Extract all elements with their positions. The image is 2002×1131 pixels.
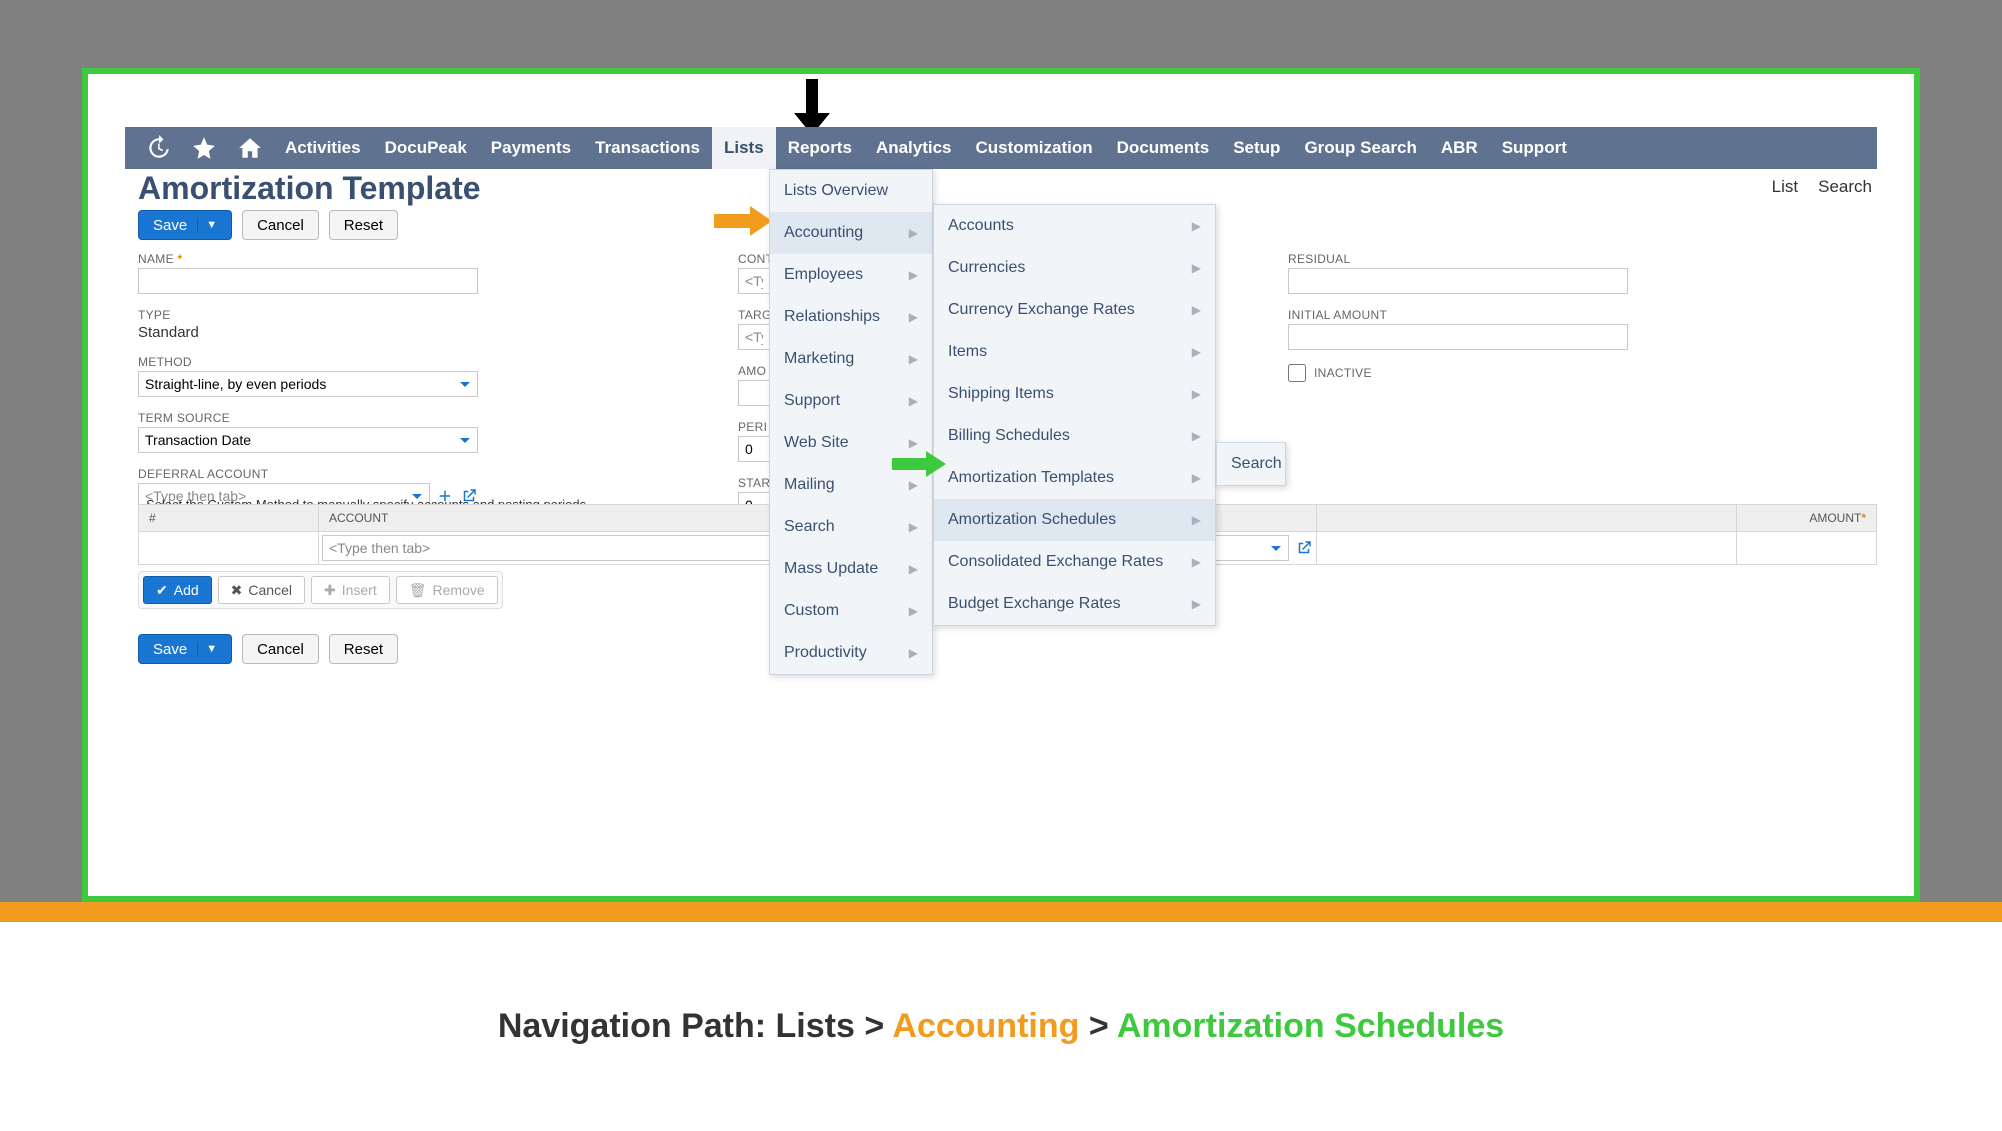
nav-support[interactable]: Support bbox=[1490, 127, 1579, 169]
nav-transactions[interactable]: Transactions bbox=[583, 127, 712, 169]
insert-row-button[interactable]: ✚Insert bbox=[311, 576, 390, 604]
method-label: METHOD bbox=[138, 355, 478, 369]
menu-lists-overview[interactable]: Lists Overview bbox=[770, 170, 932, 212]
nav-abr[interactable]: ABR bbox=[1429, 127, 1490, 169]
menu-budget-exchange-rates[interactable]: Budget Exchange Rates▶ bbox=[934, 583, 1215, 625]
save-dropdown-icon[interactable]: ▼ bbox=[197, 219, 217, 231]
menu-marketing[interactable]: Marketing▶ bbox=[770, 338, 932, 380]
home-icon[interactable] bbox=[237, 135, 263, 161]
nav-activities[interactable]: Activities bbox=[273, 127, 373, 169]
remove-row-button[interactable]: 🗑Remove bbox=[396, 576, 498, 604]
menu-shipping-items[interactable]: Shipping Items▶ bbox=[934, 373, 1215, 415]
flyout-search[interactable]: Search bbox=[1217, 443, 1285, 485]
menu-accounting[interactable]: Accounting▶ bbox=[770, 212, 932, 254]
main-navbar: ActivitiesDocuPeakPaymentsTransactionsLi… bbox=[125, 127, 1877, 169]
initial-input[interactable] bbox=[1288, 324, 1628, 350]
menu-accounts[interactable]: Accounts▶ bbox=[934, 205, 1215, 247]
app-frame: ActivitiesDocuPeakPaymentsTransactionsLi… bbox=[82, 68, 1920, 902]
termsource-select[interactable] bbox=[138, 427, 478, 453]
nav-analytics[interactable]: Analytics bbox=[864, 127, 964, 169]
menu-relationships[interactable]: Relationships▶ bbox=[770, 296, 932, 338]
menu-consolidated-exchange-rates[interactable]: Consolidated Exchange Rates▶ bbox=[934, 541, 1215, 583]
menu-amortization-schedules[interactable]: Amortization Schedules▶ bbox=[934, 499, 1215, 541]
menu-custom[interactable]: Custom▶ bbox=[770, 590, 932, 632]
history-icon[interactable] bbox=[145, 135, 171, 161]
reset-button[interactable]: Reset bbox=[329, 210, 398, 240]
menu-amortization-templates[interactable]: Amortization Templates▶ bbox=[934, 457, 1215, 499]
menu-search[interactable]: Search▶ bbox=[770, 506, 932, 548]
nav-setup[interactable]: Setup bbox=[1221, 127, 1292, 169]
star-icon[interactable] bbox=[191, 135, 217, 161]
inactive-label: INACTIVE bbox=[1314, 366, 1372, 380]
menu-productivity[interactable]: Productivity▶ bbox=[770, 632, 932, 674]
nav-customization[interactable]: Customization bbox=[964, 127, 1105, 169]
residual-input[interactable] bbox=[1288, 268, 1628, 294]
save-button-bottom[interactable]: Save▼ bbox=[138, 634, 232, 664]
arrow-right-orange-icon bbox=[714, 204, 774, 238]
popout-icon[interactable] bbox=[1295, 539, 1313, 557]
amortization-flyout: Search bbox=[1216, 442, 1286, 486]
bottom-toolbar: Save▼ Cancel Reset bbox=[138, 634, 398, 664]
amo-input[interactable] bbox=[738, 380, 770, 406]
list-link[interactable]: List bbox=[1772, 177, 1798, 197]
menu-items[interactable]: Items▶ bbox=[934, 331, 1215, 373]
caption-text: Navigation Path: Lists > Accounting > Am… bbox=[498, 1007, 1504, 1046]
save-dropdown-icon[interactable]: ▼ bbox=[197, 643, 217, 655]
nav-documents[interactable]: Documents bbox=[1105, 127, 1222, 169]
menu-currencies[interactable]: Currencies▶ bbox=[934, 247, 1215, 289]
initial-label: INITIAL AMOUNT bbox=[1288, 308, 1628, 322]
menu-employees[interactable]: Employees▶ bbox=[770, 254, 932, 296]
accounting-submenu: Accounts▶Currencies▶Currency Exchange Ra… bbox=[933, 204, 1216, 626]
menu-currency-exchange-rates[interactable]: Currency Exchange Rates▶ bbox=[934, 289, 1215, 331]
deferral-label: DEFERRAL ACCOUNT bbox=[138, 467, 478, 481]
residual-label: RESIDUAL bbox=[1288, 252, 1628, 266]
inactive-checkbox[interactable] bbox=[1288, 364, 1306, 382]
add-row-button[interactable]: ✔Add bbox=[143, 576, 212, 604]
name-label: NAME * bbox=[138, 252, 478, 266]
top-toolbar: Save▼ Cancel Reset bbox=[138, 210, 398, 240]
cancel-button-bottom[interactable]: Cancel bbox=[242, 634, 319, 664]
divider-bar bbox=[0, 902, 2002, 922]
targ-input[interactable] bbox=[738, 324, 770, 350]
cancel-row-button[interactable]: ✖Cancel bbox=[218, 576, 305, 604]
nav-group-search[interactable]: Group Search bbox=[1292, 127, 1428, 169]
lists-menu: Lists OverviewAccounting▶Employees▶Relat… bbox=[769, 169, 933, 675]
termsource-label: TERM SOURCE bbox=[138, 411, 478, 425]
nav-docupeak[interactable]: DocuPeak bbox=[373, 127, 479, 169]
method-select[interactable] bbox=[138, 371, 478, 397]
type-label: TYPE bbox=[138, 308, 478, 322]
nav-lists[interactable]: Lists bbox=[712, 127, 776, 169]
menu-billing-schedules[interactable]: Billing Schedules▶ bbox=[934, 415, 1215, 457]
page-title: Amortization Template bbox=[138, 170, 481, 207]
caption-panel: Navigation Path: Lists > Accounting > Am… bbox=[0, 922, 2002, 1131]
reset-button-bottom[interactable]: Reset bbox=[329, 634, 398, 664]
name-input[interactable] bbox=[138, 268, 478, 294]
save-button[interactable]: Save▼ bbox=[138, 210, 232, 240]
menu-mass-update[interactable]: Mass Update▶ bbox=[770, 548, 932, 590]
top-links: List Search bbox=[1772, 177, 1872, 197]
arrow-right-green-icon bbox=[892, 449, 948, 479]
cont-input[interactable] bbox=[738, 268, 770, 294]
nav-reports[interactable]: Reports bbox=[776, 127, 864, 169]
col-num: # bbox=[139, 505, 319, 532]
cancel-button[interactable]: Cancel bbox=[242, 210, 319, 240]
search-link[interactable]: Search bbox=[1818, 177, 1872, 197]
type-value: Standard bbox=[138, 324, 478, 341]
col-amount: AMOUNT* bbox=[1737, 505, 1877, 532]
menu-support[interactable]: Support▶ bbox=[770, 380, 932, 422]
nav-payments[interactable]: Payments bbox=[479, 127, 583, 169]
